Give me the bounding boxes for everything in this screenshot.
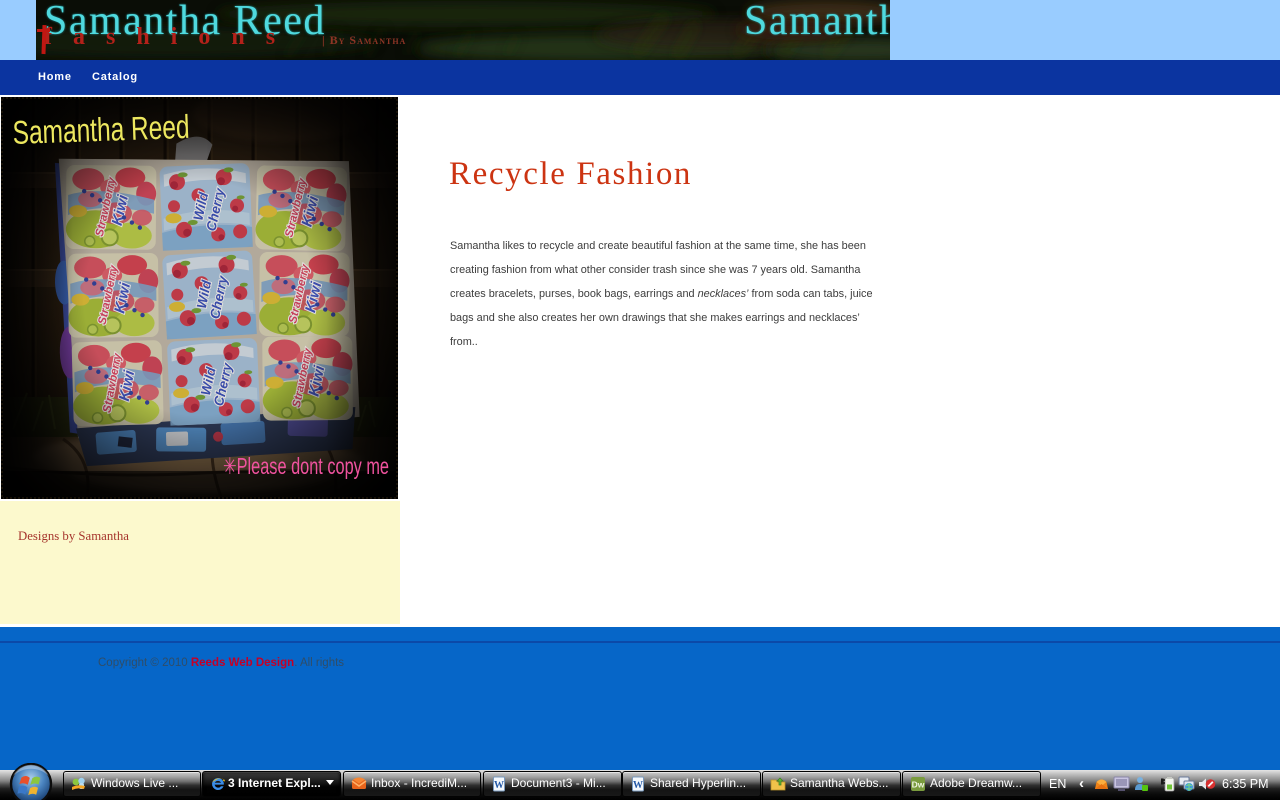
svg-text:W: W [494,780,504,791]
svg-text:✳Please dont copy me: ✳Please dont copy me [223,453,389,479]
svg-text:Dw: Dw [912,780,925,790]
svg-text:Samantha Reed: Samantha Reed [12,108,190,151]
svg-text:W: W [633,780,643,791]
